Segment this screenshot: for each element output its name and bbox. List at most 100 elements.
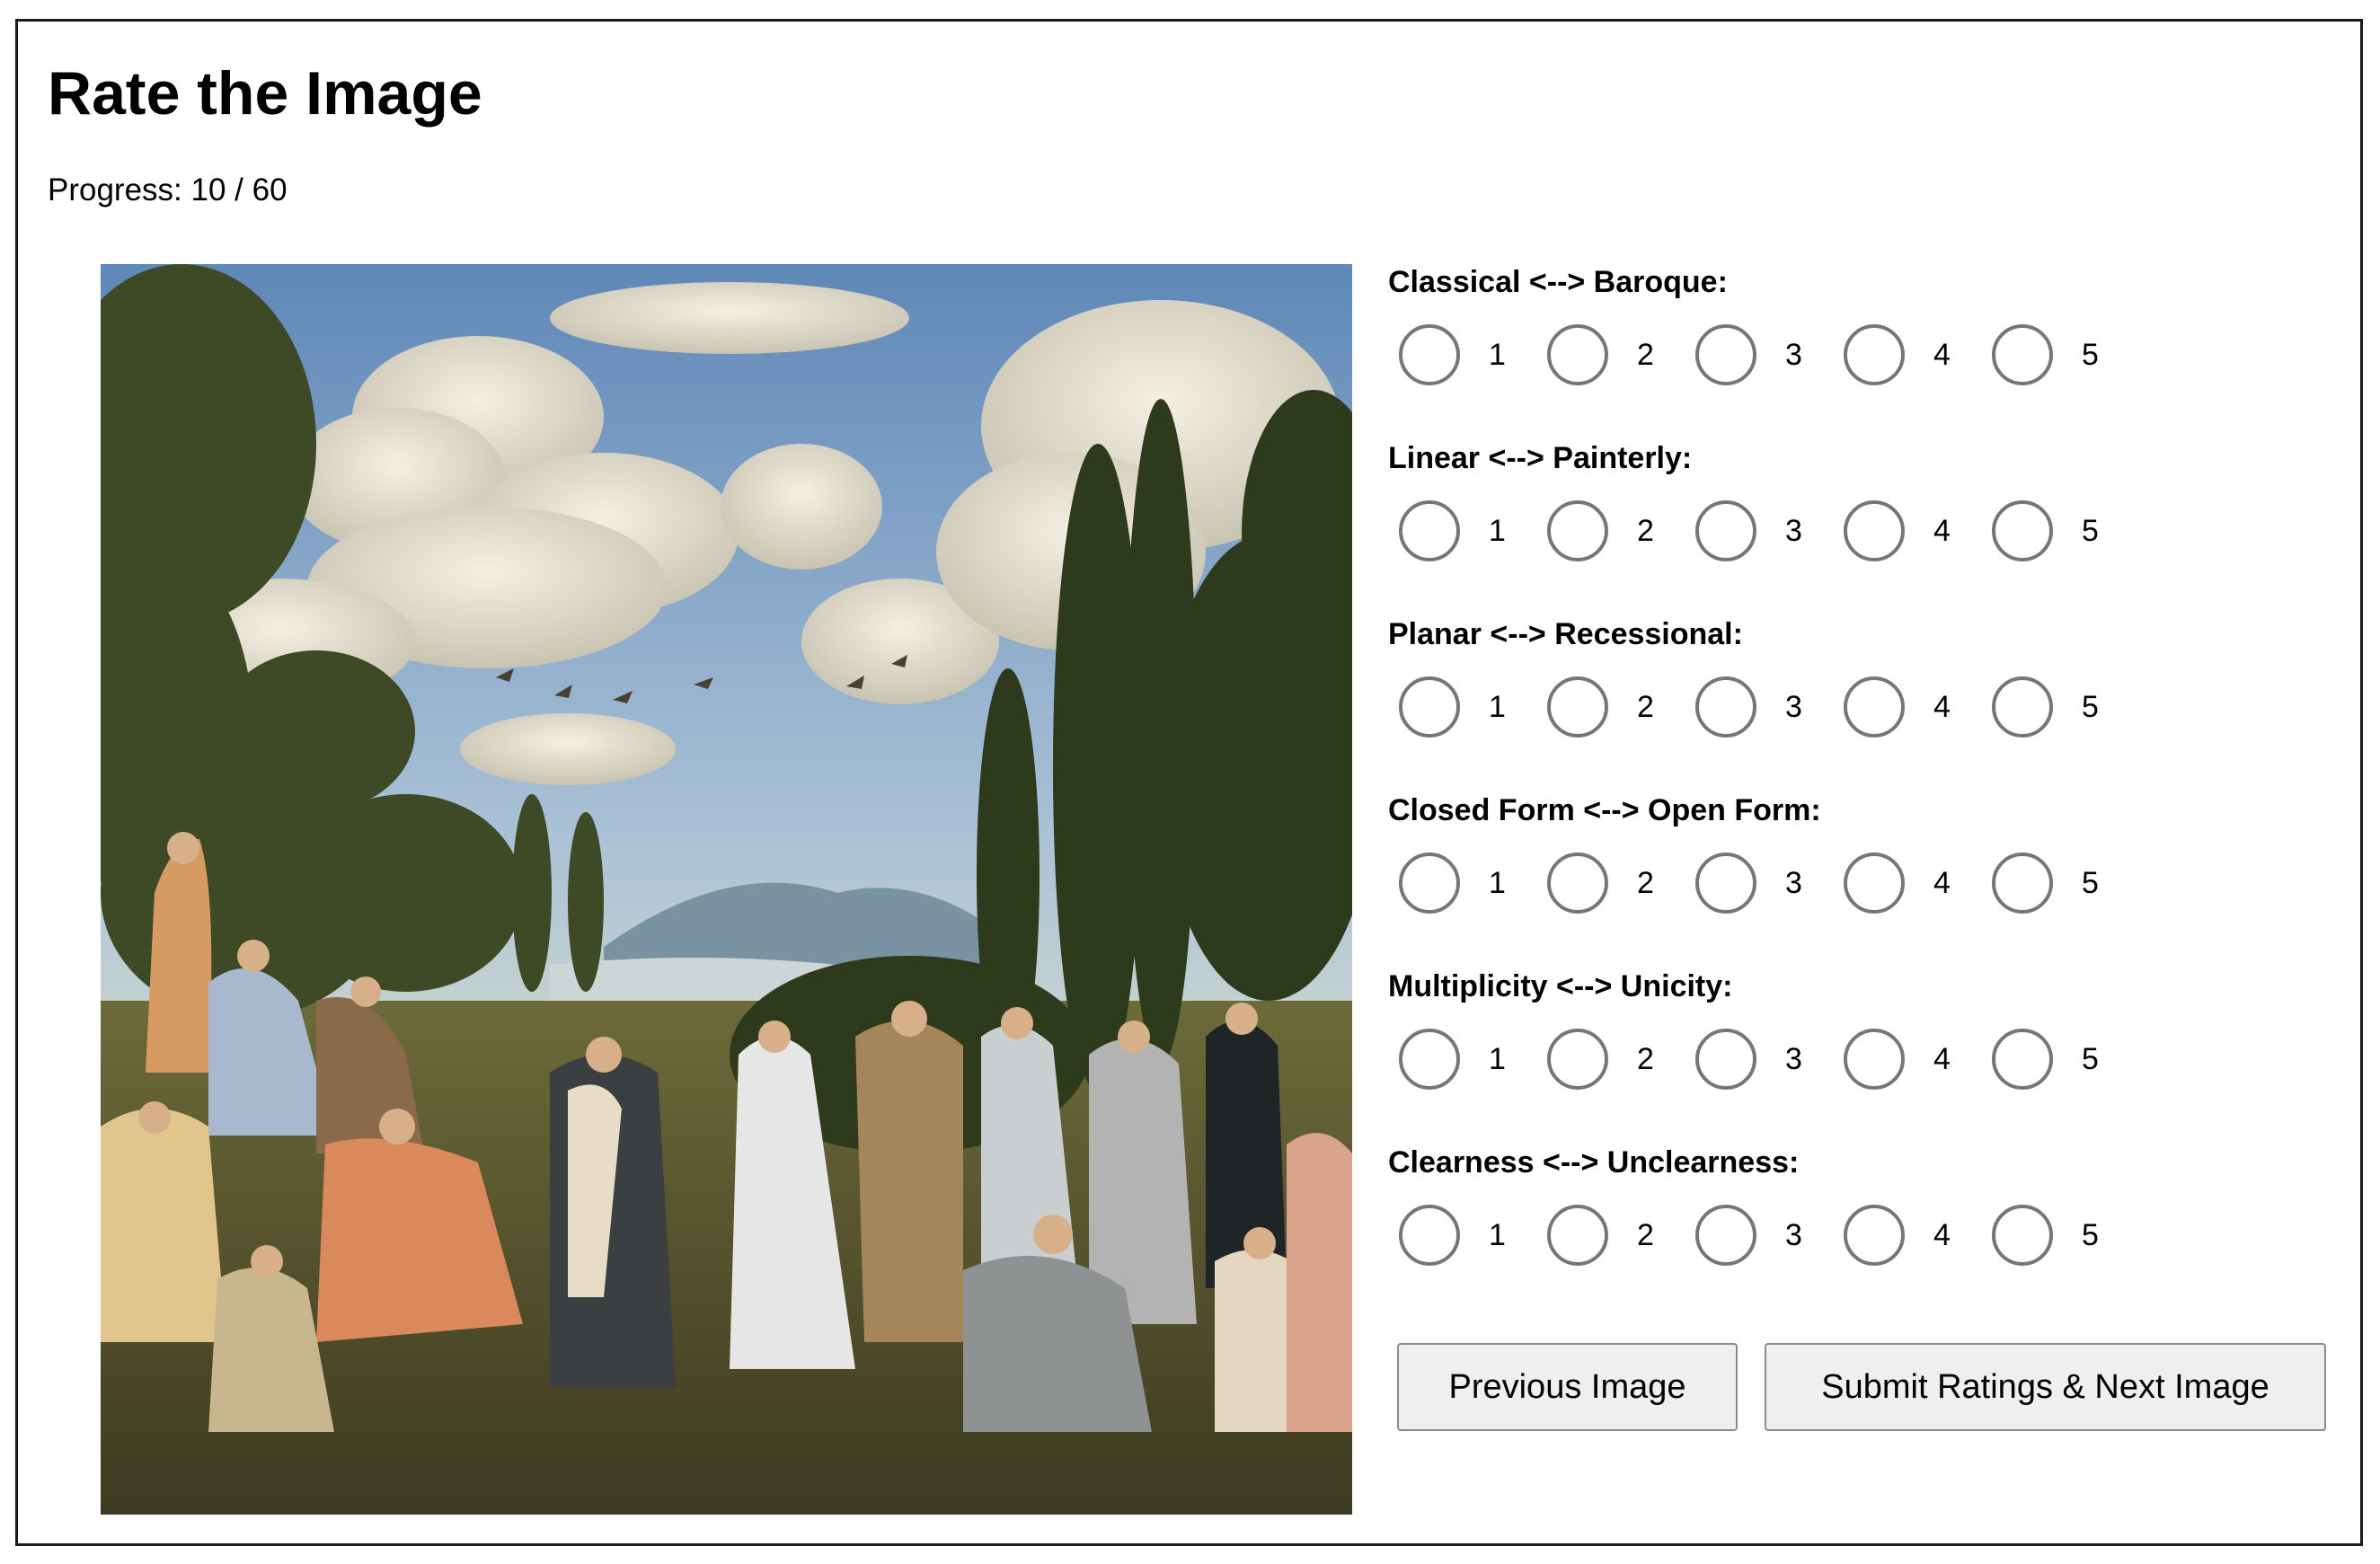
- rating-option-2[interactable]: 2: [1536, 1203, 1671, 1275]
- option-label: 4: [1933, 514, 1951, 548]
- rating-option-1[interactable]: 1: [1388, 1027, 1523, 1099]
- rating-option-4[interactable]: 4: [1833, 851, 1968, 923]
- radio-button[interactable]: [1399, 1029, 1460, 1090]
- option-label: 5: [2082, 866, 2099, 900]
- option-label: 3: [1785, 1218, 1802, 1252]
- rating-label: Closed Form <--> Open Form:: [1388, 793, 1821, 827]
- option-label: 5: [2082, 1042, 2099, 1076]
- radio-button[interactable]: [1992, 324, 2053, 385]
- option-label: 4: [1933, 866, 1951, 900]
- option-label: 2: [1637, 338, 1654, 372]
- option-label: 4: [1933, 690, 1951, 724]
- radio-button[interactable]: [1547, 1205, 1608, 1266]
- radio-button[interactable]: [1695, 1205, 1756, 1266]
- rating-group-closed-open-form: Closed Form <--> Open Form: 1 2 3 4 5: [1388, 789, 2340, 965]
- rating-option-5[interactable]: 5: [1981, 499, 2116, 570]
- rating-group-classical-baroque: Classical <--> Baroque: 1 2 3 4 5: [1388, 261, 2340, 437]
- option-label: 2: [1637, 1042, 1654, 1076]
- option-label: 3: [1785, 514, 1802, 548]
- rating-option-3[interactable]: 3: [1685, 675, 1819, 747]
- rating-option-5[interactable]: 5: [1981, 851, 2116, 923]
- rating-option-1[interactable]: 1: [1388, 851, 1523, 923]
- rating-label: Multiplicity <--> Unicity:: [1388, 969, 1733, 1003]
- option-label: 1: [1489, 690, 1506, 724]
- rating-option-3[interactable]: 3: [1685, 499, 1819, 570]
- rating-group-planar-recessional: Planar <--> Recessional: 1 2 3 4 5: [1388, 613, 2340, 789]
- page-title: Rate the Image: [48, 59, 482, 128]
- radio-button[interactable]: [1399, 500, 1460, 561]
- radio-button[interactable]: [1695, 853, 1756, 914]
- rating-option-5[interactable]: 5: [1981, 1027, 2116, 1099]
- rating-option-2[interactable]: 2: [1536, 499, 1671, 570]
- rating-option-5[interactable]: 5: [1981, 323, 2116, 394]
- radio-button[interactable]: [1992, 500, 2053, 561]
- option-label: 4: [1933, 1042, 1951, 1076]
- radio-button[interactable]: [1844, 1205, 1905, 1266]
- rating-group-clearness-unclearness: Clearness <--> Unclearness: 1 2 3 4 5: [1388, 1141, 2340, 1317]
- radio-button[interactable]: [1844, 676, 1905, 738]
- radio-button[interactable]: [1695, 324, 1756, 385]
- rating-option-3[interactable]: 3: [1685, 851, 1819, 923]
- radio-button[interactable]: [1547, 500, 1608, 561]
- radio-button[interactable]: [1992, 853, 2053, 914]
- radio-button[interactable]: [1399, 853, 1460, 914]
- radio-button[interactable]: [1844, 324, 1905, 385]
- radio-button[interactable]: [1547, 324, 1608, 385]
- rating-option-4[interactable]: 4: [1833, 1203, 1968, 1275]
- rating-option-2[interactable]: 2: [1536, 851, 1671, 923]
- option-label: 1: [1489, 338, 1506, 372]
- rating-option-2[interactable]: 2: [1536, 323, 1671, 394]
- radio-button[interactable]: [1399, 1205, 1460, 1266]
- progress-text: Progress: 10 / 60: [48, 172, 288, 208]
- radio-button[interactable]: [1695, 1029, 1756, 1090]
- submit-ratings-button[interactable]: Submit Ratings & Next Image: [1765, 1343, 2326, 1431]
- rating-group-linear-painterly: Linear <--> Painterly: 1 2 3 4 5: [1388, 437, 2340, 613]
- radio-button[interactable]: [1992, 676, 2053, 738]
- option-label: 2: [1637, 514, 1654, 548]
- rating-option-4[interactable]: 4: [1833, 499, 1968, 570]
- radio-button[interactable]: [1399, 676, 1460, 738]
- option-label: 4: [1933, 1218, 1951, 1252]
- radio-button[interactable]: [1844, 853, 1905, 914]
- option-label: 4: [1933, 338, 1951, 372]
- radio-button[interactable]: [1992, 1029, 2053, 1090]
- rating-label: Planar <--> Recessional:: [1388, 617, 1743, 651]
- option-label: 1: [1489, 514, 1506, 548]
- radio-button[interactable]: [1695, 676, 1756, 738]
- rating-option-2[interactable]: 2: [1536, 1027, 1671, 1099]
- radio-button[interactable]: [1844, 500, 1905, 561]
- radio-button[interactable]: [1399, 324, 1460, 385]
- option-label: 2: [1637, 690, 1654, 724]
- radio-button[interactable]: [1695, 500, 1756, 561]
- option-label: 5: [2082, 514, 2099, 548]
- rating-option-4[interactable]: 4: [1833, 323, 1968, 394]
- rating-label: Linear <--> Painterly:: [1388, 441, 1693, 475]
- rating-option-3[interactable]: 3: [1685, 1203, 1819, 1275]
- radio-button[interactable]: [1547, 853, 1608, 914]
- option-label: 5: [2082, 690, 2099, 724]
- rating-option-5[interactable]: 5: [1981, 1203, 2116, 1275]
- previous-image-button[interactable]: Previous Image: [1397, 1343, 1738, 1431]
- radio-button[interactable]: [1844, 1029, 1905, 1090]
- rating-option-2[interactable]: 2: [1536, 675, 1671, 747]
- artwork-painting: [101, 264, 1352, 1515]
- rating-option-3[interactable]: 3: [1685, 1027, 1819, 1099]
- option-label: 2: [1637, 866, 1654, 900]
- option-label: 5: [2082, 1218, 2099, 1252]
- option-label: 3: [1785, 690, 1802, 724]
- rating-option-5[interactable]: 5: [1981, 675, 2116, 747]
- rating-option-4[interactable]: 4: [1833, 675, 1968, 747]
- option-label: 3: [1785, 338, 1802, 372]
- rating-group-multiplicity-unicity: Multiplicity <--> Unicity: 1 2 3 4 5: [1388, 965, 2340, 1141]
- radio-button[interactable]: [1992, 1205, 2053, 1266]
- rating-option-1[interactable]: 1: [1388, 1203, 1523, 1275]
- rating-option-3[interactable]: 3: [1685, 323, 1819, 394]
- option-label: 3: [1785, 1042, 1802, 1076]
- rating-option-1[interactable]: 1: [1388, 499, 1523, 570]
- rating-option-1[interactable]: 1: [1388, 675, 1523, 747]
- radio-button[interactable]: [1547, 676, 1608, 738]
- rating-option-1[interactable]: 1: [1388, 323, 1523, 394]
- radio-button[interactable]: [1547, 1029, 1608, 1090]
- option-label: 5: [2082, 338, 2099, 372]
- rating-option-4[interactable]: 4: [1833, 1027, 1968, 1099]
